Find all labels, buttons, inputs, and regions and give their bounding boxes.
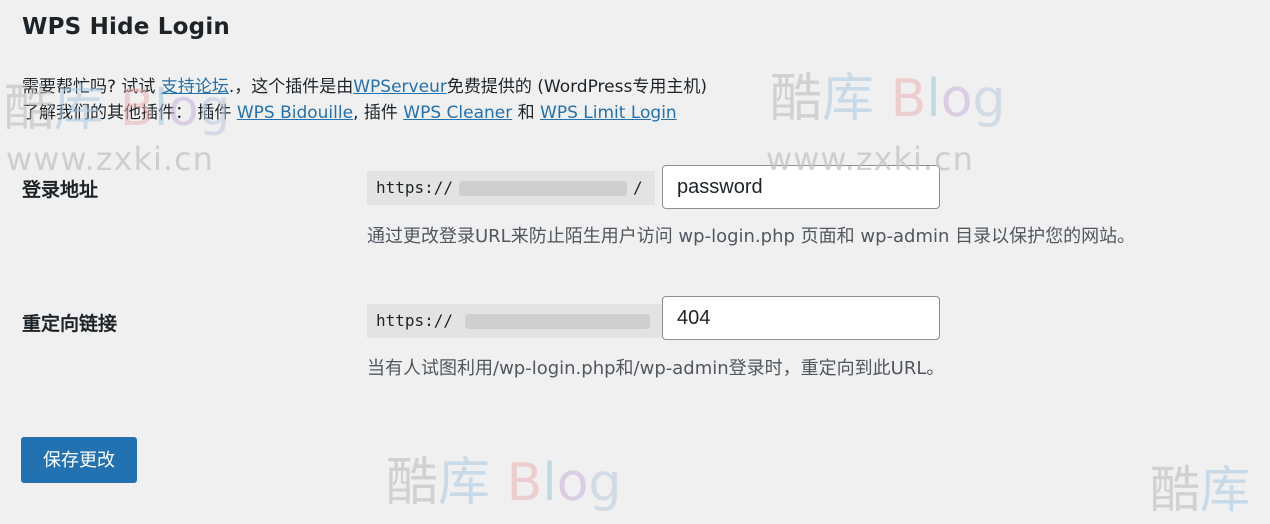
- login-url-description: 通过更改登录URL来防止陌生用户访问 wp-login.php 页面和 wp-a…: [367, 226, 1136, 247]
- redirect-url-input[interactable]: [662, 296, 940, 340]
- help-text-segment: .，这个插件是由: [228, 77, 354, 97]
- save-changes-button[interactable]: 保存更改: [21, 437, 137, 483]
- watermark-char: B: [506, 453, 543, 513]
- help-line-support: 需要帮忙吗? 试试 支持论坛.，这个插件是由WPServeur免费提供的 (Wo…: [22, 74, 707, 100]
- help-text-segment: 了解我们的其他插件： 插件: [22, 103, 237, 123]
- watermark-char: 库: [1200, 461, 1250, 519]
- help-text-segment: 需要帮忙吗? 试试: [22, 77, 161, 97]
- watermark-char: 库: [438, 453, 491, 513]
- login-url-prefix: https:// /: [367, 171, 655, 205]
- redirect-url-label: 重定向链接: [22, 313, 118, 335]
- redacted-domain: [465, 314, 650, 329]
- redirect-url-prefix: https://: [367, 304, 663, 338]
- login-url-prefix-end: /: [633, 178, 643, 197]
- wpserveur-link[interactable]: WPServeur: [353, 77, 447, 97]
- watermark-char: l: [542, 453, 557, 513]
- help-text-segment: , 插件: [353, 103, 404, 123]
- help-text: 需要帮忙吗? 试试 支持论坛.，这个插件是由WPServeur免费提供的 (Wo…: [22, 74, 707, 126]
- watermark-char: o: [556, 453, 589, 513]
- watermark-char: g: [972, 69, 1006, 129]
- watermark: 酷库: [1150, 450, 1250, 522]
- watermark-char: 酷: [770, 69, 823, 129]
- page-title: WPS Hide Login: [22, 14, 230, 40]
- wps-cleaner-link[interactable]: WPS Cleaner: [403, 103, 512, 123]
- watermark-char: B: [890, 69, 927, 129]
- login-url-input[interactable]: [662, 165, 940, 209]
- watermark-char: o: [940, 69, 973, 129]
- watermark-url: www.zxki.cn: [6, 140, 214, 178]
- redirect-url-prefix-start: https://: [376, 311, 454, 330]
- watermark-char: g: [588, 453, 622, 513]
- login-url-label: 登录地址: [22, 179, 99, 201]
- redirect-url-description: 当有人试图利用/wp-login.php和/wp-admin登录时，重定向到此U…: [367, 358, 945, 379]
- watermark: 酷库 Blog: [386, 440, 622, 515]
- watermark-char: 库: [822, 69, 875, 129]
- help-line-plugins: 了解我们的其他插件： 插件 WPS Bidouille, 插件 WPS Clea…: [22, 100, 707, 126]
- watermark-char: l: [926, 69, 941, 129]
- login-url-prefix-start: https://: [376, 178, 454, 197]
- help-text-segment: 免费提供的 (WordPress专用主机): [446, 77, 707, 97]
- settings-page: WPS Hide Login 需要帮忙吗? 试试 支持论坛.，这个插件是由WPS…: [0, 0, 1270, 524]
- support-forum-link[interactable]: 支持论坛: [161, 77, 229, 97]
- watermark: 酷库 Blog: [770, 56, 1006, 131]
- wps-bidouille-link[interactable]: WPS Bidouille: [237, 103, 353, 123]
- watermark-char: 酷: [386, 453, 439, 513]
- redacted-domain: [459, 181, 627, 196]
- watermark-char: 酷: [1150, 461, 1200, 519]
- help-text-segment: 和: [512, 103, 541, 123]
- wps-limit-login-link[interactable]: WPS Limit Login: [540, 103, 677, 123]
